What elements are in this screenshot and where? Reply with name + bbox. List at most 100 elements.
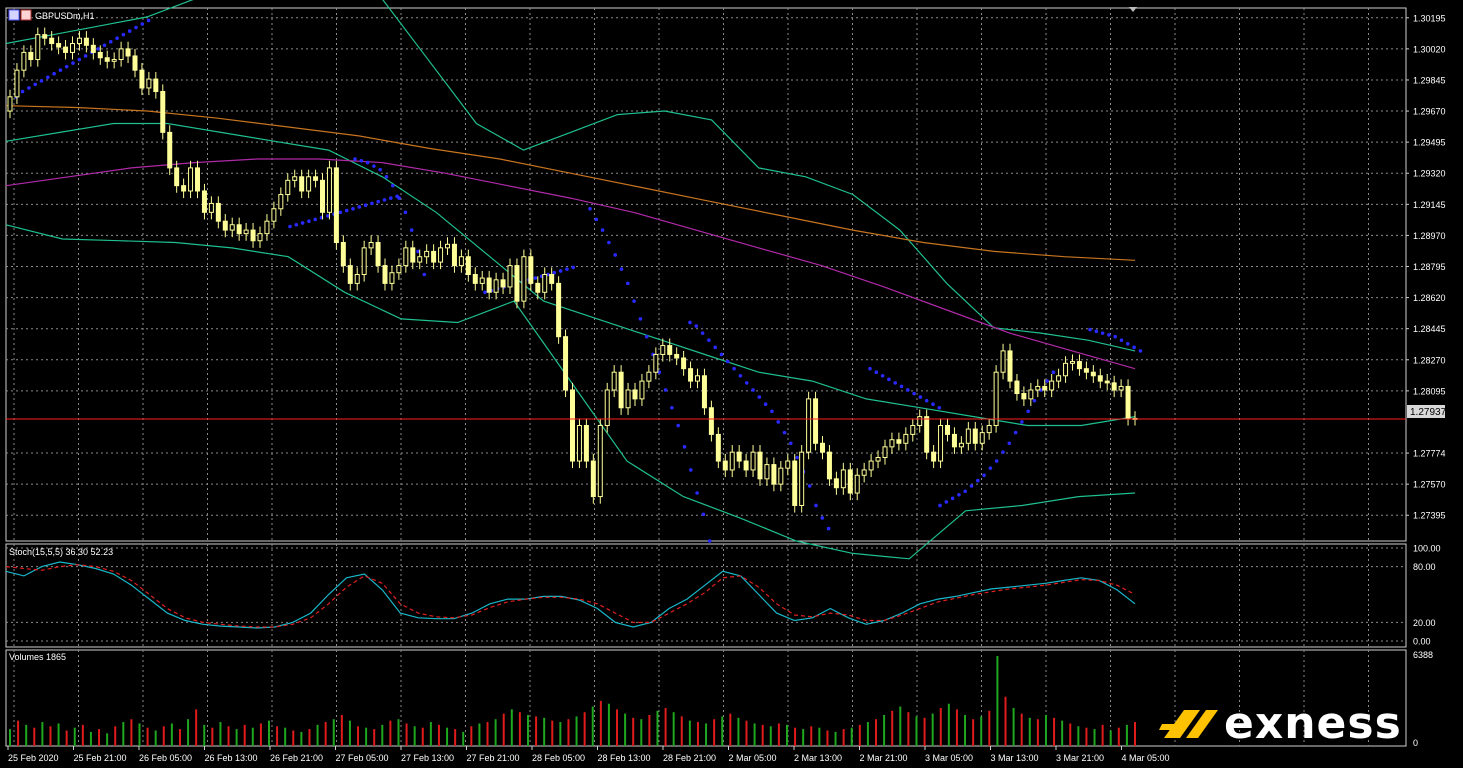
- sar-dot: [751, 388, 755, 392]
- price-tick-label: 1.29145: [1413, 200, 1446, 210]
- sar-dot: [982, 473, 986, 478]
- sar-dot: [1007, 441, 1012, 446]
- candle-body: [306, 176, 312, 192]
- candle-body: [417, 256, 423, 263]
- candle-body: [736, 451, 742, 462]
- sar-dot: [738, 373, 743, 378]
- price-tick-label: 1.29495: [1413, 138, 1446, 148]
- candle-body: [479, 277, 485, 284]
- candle-body: [215, 202, 221, 222]
- candle-body: [549, 274, 555, 284]
- candle-body: [146, 78, 152, 89]
- price-tick-label: 1.28270: [1413, 355, 1446, 365]
- candle-body: [403, 247, 409, 267]
- sar-dot: [376, 199, 381, 204]
- sar-dot: [102, 43, 107, 48]
- candle-body: [118, 48, 124, 61]
- time-tick-label: 3 Mar 13:00: [991, 753, 1039, 763]
- candle-body: [431, 250, 437, 263]
- scroll-marker-icon[interactable]: [1129, 7, 1137, 12]
- sar-dot: [1138, 349, 1143, 353]
- candle-body: [299, 176, 305, 192]
- candle-body: [854, 474, 860, 494]
- sar-dot: [483, 290, 487, 295]
- sar-dot: [1026, 409, 1030, 414]
- sar-dot: [814, 503, 818, 508]
- sar-dot: [140, 22, 145, 26]
- time-tick-label: 4 Mar 05:00: [1122, 753, 1170, 763]
- sar-dot: [607, 240, 611, 245]
- sar-dot: [957, 493, 961, 497]
- sar-dot: [71, 61, 75, 65]
- price-tick-label: 1.27774: [1413, 449, 1446, 459]
- stoch-pane-frame: [5, 543, 1407, 648]
- candle-body: [1056, 375, 1062, 382]
- stoch-tick-label: 20.00: [1413, 618, 1436, 628]
- sar-dot: [632, 299, 636, 303]
- sar-dot: [899, 384, 904, 389]
- candle-body: [14, 69, 20, 98]
- sar-dot: [307, 219, 311, 223]
- candle-body: [42, 34, 48, 39]
- candle-body: [167, 131, 173, 169]
- candle-body: [208, 202, 214, 213]
- candle-body: [972, 428, 978, 444]
- candle-body: [833, 478, 839, 489]
- stoch-tick-label: 0.00: [1413, 637, 1431, 647]
- candle-body: [1014, 380, 1020, 395]
- candle-body: [806, 398, 812, 453]
- sar-dot: [1001, 450, 1005, 454]
- sar-dot: [353, 157, 357, 161]
- candle-body: [271, 208, 277, 222]
- candle-body: [951, 433, 957, 448]
- candle-body: [813, 398, 819, 444]
- stoch-label: Stoch(15,5,5) 36.30 52.23: [9, 547, 113, 557]
- time-tick-label: 27 Feb 13:00: [401, 753, 454, 763]
- sar-dot: [707, 539, 712, 543]
- sar-dot: [950, 496, 955, 501]
- candle-body: [570, 389, 575, 462]
- sar-dot: [338, 210, 343, 215]
- candle-body: [278, 194, 284, 210]
- sar-dot: [726, 359, 730, 364]
- candle-body: [597, 425, 603, 498]
- sar-dot: [134, 25, 138, 30]
- candle-body: [875, 456, 881, 462]
- sar-dot: [874, 370, 879, 375]
- candle-body: [896, 439, 902, 444]
- candle-body: [49, 37, 55, 45]
- time-tick-label: 26 Feb 05:00: [139, 753, 192, 763]
- sar-dot: [988, 466, 993, 470]
- candle-body: [986, 425, 992, 434]
- price-tick-label: 1.27570: [1413, 480, 1446, 490]
- candle-body: [1070, 361, 1075, 364]
- candle-body: [229, 224, 235, 231]
- sar-dot: [868, 366, 872, 371]
- time-tick-label: 26 Feb 13:00: [205, 753, 258, 763]
- candle-body: [847, 469, 853, 494]
- candle-body: [500, 279, 506, 288]
- sar-dot: [1132, 345, 1136, 350]
- sar-dot: [963, 489, 967, 494]
- candle-body: [83, 37, 89, 46]
- candle-body: [924, 416, 930, 453]
- sar-dot: [121, 32, 126, 37]
- candle-body: [382, 265, 388, 284]
- chart-window-icon[interactable]: [8, 9, 20, 21]
- sar-dot: [994, 459, 999, 463]
- trading-chart[interactable]: 1.30195 1.30020 1.29845 1.29670 1.29495 1.293…: [0, 0, 1463, 768]
- price-tick-label: 1.30195: [1413, 13, 1446, 23]
- sar-dot: [382, 198, 387, 202]
- candle-body: [195, 167, 200, 192]
- price-tick-label: 1.28095: [1413, 386, 1446, 396]
- sar-dot: [782, 430, 787, 435]
- sar-dot: [676, 423, 680, 428]
- sar-dot: [1126, 341, 1130, 346]
- sar-dot: [938, 503, 942, 508]
- sar-dot: [27, 86, 31, 90]
- candle-body: [653, 353, 659, 373]
- time-tick-label: 27 Feb 05:00: [336, 753, 389, 763]
- candle-body: [729, 451, 735, 471]
- candle-body: [660, 345, 666, 355]
- sar-dot: [357, 205, 362, 209]
